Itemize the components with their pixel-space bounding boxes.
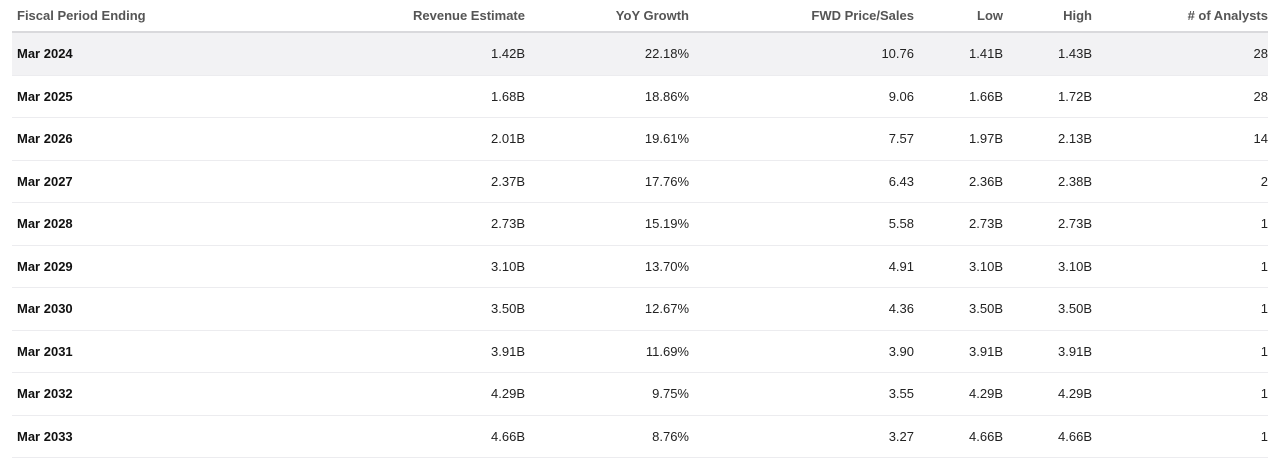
cell-high: 3.91B	[1003, 330, 1092, 373]
table-row[interactable]: Mar 2032 4.29B 9.75% 3.55 4.29B 4.29B 1	[12, 372, 1268, 416]
cell-num-analysts: 1	[1092, 330, 1268, 373]
table-row[interactable]: Mar 2024 1.42B 22.18% 10.76 1.41B 1.43B 28	[12, 32, 1268, 76]
cell-low: 4.66B	[914, 415, 1003, 458]
cell-revenue-estimate: 2.01B	[400, 117, 525, 161]
cell-yoy-growth: 9.75%	[525, 372, 689, 416]
cell-num-analysts: 1	[1092, 245, 1268, 288]
cell-fiscal-period: Mar 2030	[12, 287, 400, 331]
cell-low: 3.50B	[914, 287, 1003, 331]
header-revenue-estimate[interactable]: Revenue Estimate	[400, 0, 525, 33]
table-row[interactable]: Mar 2025 1.68B 18.86% 9.06 1.66B 1.72B 28	[12, 75, 1268, 118]
cell-yoy-growth: 22.18%	[525, 32, 689, 76]
cell-fwd-price-sales: 6.43	[689, 160, 914, 203]
cell-high: 4.66B	[1003, 415, 1092, 458]
cell-fiscal-period: Mar 2031	[12, 330, 400, 373]
cell-num-analysts: 1	[1092, 372, 1268, 416]
cell-fiscal-period: Mar 2028	[12, 202, 400, 246]
header-num-analysts[interactable]: # of Analysts	[1092, 0, 1268, 33]
header-fwd-price-sales[interactable]: FWD Price/Sales	[689, 0, 914, 33]
cell-yoy-growth: 12.67%	[525, 287, 689, 331]
header-fiscal-period[interactable]: Fiscal Period Ending	[12, 0, 400, 33]
table-row[interactable]: Mar 2029 3.10B 13.70% 4.91 3.10B 3.10B 1	[12, 245, 1268, 288]
cell-high: 4.29B	[1003, 372, 1092, 416]
cell-high: 3.50B	[1003, 287, 1092, 331]
revenue-estimates-table: Fiscal Period Ending Revenue Estimate YoY …	[12, 0, 1268, 458]
cell-revenue-estimate: 3.91B	[400, 330, 525, 373]
cell-fiscal-period: Mar 2024	[12, 32, 400, 76]
table-row[interactable]: Mar 2028 2.73B 15.19% 5.58 2.73B 2.73B 1	[12, 202, 1268, 246]
cell-fwd-price-sales: 3.55	[689, 372, 914, 416]
cell-revenue-estimate: 4.66B	[400, 415, 525, 458]
cell-low: 4.29B	[914, 372, 1003, 416]
table-row[interactable]: Mar 2026 2.01B 19.61% 7.57 1.97B 2.13B 14	[12, 117, 1268, 161]
cell-num-analysts: 28	[1092, 75, 1268, 118]
cell-fiscal-period: Mar 2029	[12, 245, 400, 288]
cell-revenue-estimate: 2.37B	[400, 160, 525, 203]
cell-fiscal-period: Mar 2026	[12, 117, 400, 161]
cell-high: 2.13B	[1003, 117, 1092, 161]
cell-revenue-estimate: 3.50B	[400, 287, 525, 331]
cell-yoy-growth: 17.76%	[525, 160, 689, 203]
cell-revenue-estimate: 2.73B	[400, 202, 525, 246]
cell-fwd-price-sales: 3.90	[689, 330, 914, 373]
header-high[interactable]: High	[1003, 0, 1092, 33]
cell-low: 3.10B	[914, 245, 1003, 288]
cell-high: 2.73B	[1003, 202, 1092, 246]
cell-yoy-growth: 18.86%	[525, 75, 689, 118]
cell-fwd-price-sales: 5.58	[689, 202, 914, 246]
table-header-row: Fiscal Period Ending Revenue Estimate YoY …	[12, 0, 1268, 33]
cell-fwd-price-sales: 3.27	[689, 415, 914, 458]
cell-num-analysts: 14	[1092, 117, 1268, 161]
cell-revenue-estimate: 1.68B	[400, 75, 525, 118]
cell-num-analysts: 2	[1092, 160, 1268, 203]
cell-fiscal-period: Mar 2025	[12, 75, 400, 118]
cell-revenue-estimate: 4.29B	[400, 372, 525, 416]
cell-high: 3.10B	[1003, 245, 1092, 288]
cell-num-analysts: 28	[1092, 32, 1268, 76]
cell-yoy-growth: 11.69%	[525, 330, 689, 373]
cell-high: 1.72B	[1003, 75, 1092, 118]
cell-num-analysts: 1	[1092, 415, 1268, 458]
cell-yoy-growth: 13.70%	[525, 245, 689, 288]
cell-fiscal-period: Mar 2033	[12, 415, 400, 458]
cell-fiscal-period: Mar 2032	[12, 372, 400, 416]
cell-high: 2.38B	[1003, 160, 1092, 203]
cell-num-analysts: 1	[1092, 287, 1268, 331]
table-row[interactable]: Mar 2031 3.91B 11.69% 3.90 3.91B 3.91B 1	[12, 330, 1268, 373]
cell-yoy-growth: 15.19%	[525, 202, 689, 246]
cell-fwd-price-sales: 4.36	[689, 287, 914, 331]
cell-revenue-estimate: 3.10B	[400, 245, 525, 288]
cell-num-analysts: 1	[1092, 202, 1268, 246]
header-low[interactable]: Low	[914, 0, 1003, 33]
cell-low: 1.41B	[914, 32, 1003, 76]
cell-fwd-price-sales: 4.91	[689, 245, 914, 288]
table-row[interactable]: Mar 2027 2.37B 17.76% 6.43 2.36B 2.38B 2	[12, 160, 1268, 203]
header-yoy-growth[interactable]: YoY Growth	[525, 0, 689, 33]
cell-low: 3.91B	[914, 330, 1003, 373]
cell-high: 1.43B	[1003, 32, 1092, 76]
cell-low: 2.36B	[914, 160, 1003, 203]
cell-fwd-price-sales: 9.06	[689, 75, 914, 118]
cell-low: 2.73B	[914, 202, 1003, 246]
cell-fwd-price-sales: 7.57	[689, 117, 914, 161]
cell-revenue-estimate: 1.42B	[400, 32, 525, 76]
table-row[interactable]: Mar 2030 3.50B 12.67% 4.36 3.50B 3.50B 1	[12, 287, 1268, 331]
cell-low: 1.97B	[914, 117, 1003, 161]
table-row[interactable]: Mar 2033 4.66B 8.76% 3.27 4.66B 4.66B 1	[12, 415, 1268, 458]
cell-fwd-price-sales: 10.76	[689, 32, 914, 76]
cell-yoy-growth: 8.76%	[525, 415, 689, 458]
cell-low: 1.66B	[914, 75, 1003, 118]
cell-fiscal-period: Mar 2027	[12, 160, 400, 203]
cell-yoy-growth: 19.61%	[525, 117, 689, 161]
